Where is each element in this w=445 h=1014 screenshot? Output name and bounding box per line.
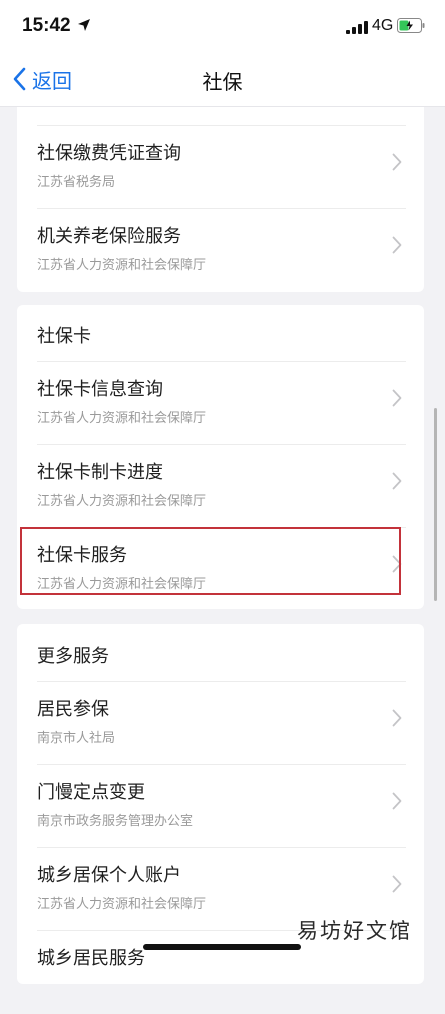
watermark: 易坊好文馆 (297, 919, 412, 943)
list-item-social-card-progress[interactable]: 社保卡制卡进度 江苏省人力资源和社会保障厅 (37, 445, 424, 528)
scroll-indicator[interactable] (434, 408, 437, 601)
status-time: 15:42 (22, 15, 71, 36)
list-item-resident-insurance[interactable]: 居民参保 南京市人社局 (37, 682, 424, 765)
list-item-subtitle: 江苏省人力资源和社会保障厅 (37, 897, 207, 912)
list-item-title: 门慢定点变更 (37, 782, 145, 803)
list-item-title: 社保缴费凭证查询 (37, 143, 181, 164)
chevron-right-icon (392, 792, 402, 810)
list-item-social-card-info-query[interactable]: 社保卡信息查询 江苏省人力资源和社会保障厅 (37, 362, 424, 445)
chevron-right-icon (392, 709, 402, 727)
section-title: 社保卡 (37, 326, 91, 347)
list-item-designated-clinic-change[interactable]: 门慢定点变更 南京市政务服务管理办公室 (37, 765, 424, 848)
list-item-title: 社保卡制卡进度 (37, 462, 163, 483)
list-item-subtitle: 江苏省税务局 (37, 175, 116, 190)
list-item-title: 机关养老保险服务 (37, 226, 181, 247)
chevron-right-icon (392, 472, 402, 490)
list-item-subtitle: 江苏省人力资源和社会保障厅 (37, 411, 207, 426)
list-item-title: 社保卡信息查询 (37, 379, 163, 400)
service-card-top: 社保缴费凭证查询 江苏省税务局 机关养老保险服务 江苏省人力资源和社会保障厅 (17, 107, 424, 292)
list-item-title: 城乡居保个人账户 (37, 865, 181, 886)
location-arrow-icon (78, 19, 90, 31)
cellular-signal-icon (346, 21, 368, 34)
navigation-bar: 返回 社保 (0, 52, 445, 107)
list-item-subtitle: 南京市人社局 (37, 731, 116, 746)
list-item-subtitle: 南京市政务服务管理办公室 (37, 814, 194, 829)
network-type: 4G (372, 17, 394, 34)
list-item-subtitle: 江苏省人力资源和社会保障厅 (37, 258, 207, 273)
home-indicator[interactable] (143, 944, 301, 950)
list-item-social-security-payment-voucher[interactable]: 社保缴费凭证查询 江苏省税务局 (37, 126, 424, 209)
status-bar: 15:42 4G (0, 0, 445, 52)
battery-charging-icon (397, 18, 425, 33)
list-item-institution-pension-service[interactable]: 机关养老保险服务 江苏省人力资源和社会保障厅 (37, 209, 424, 292)
chevron-right-icon (392, 153, 402, 171)
list-item-title: 居民参保 (37, 699, 109, 720)
chevron-right-icon (392, 236, 402, 254)
list-item-title: 城乡居民服务 (37, 948, 145, 969)
chevron-right-icon (392, 389, 402, 407)
list-item-subtitle: 江苏省人力资源和社会保障厅 (37, 494, 207, 509)
chevron-right-icon (392, 875, 402, 893)
section-title: 更多服务 (37, 646, 109, 667)
highlight-box (20, 527, 401, 595)
page-title: 社保 (202, 70, 243, 94)
